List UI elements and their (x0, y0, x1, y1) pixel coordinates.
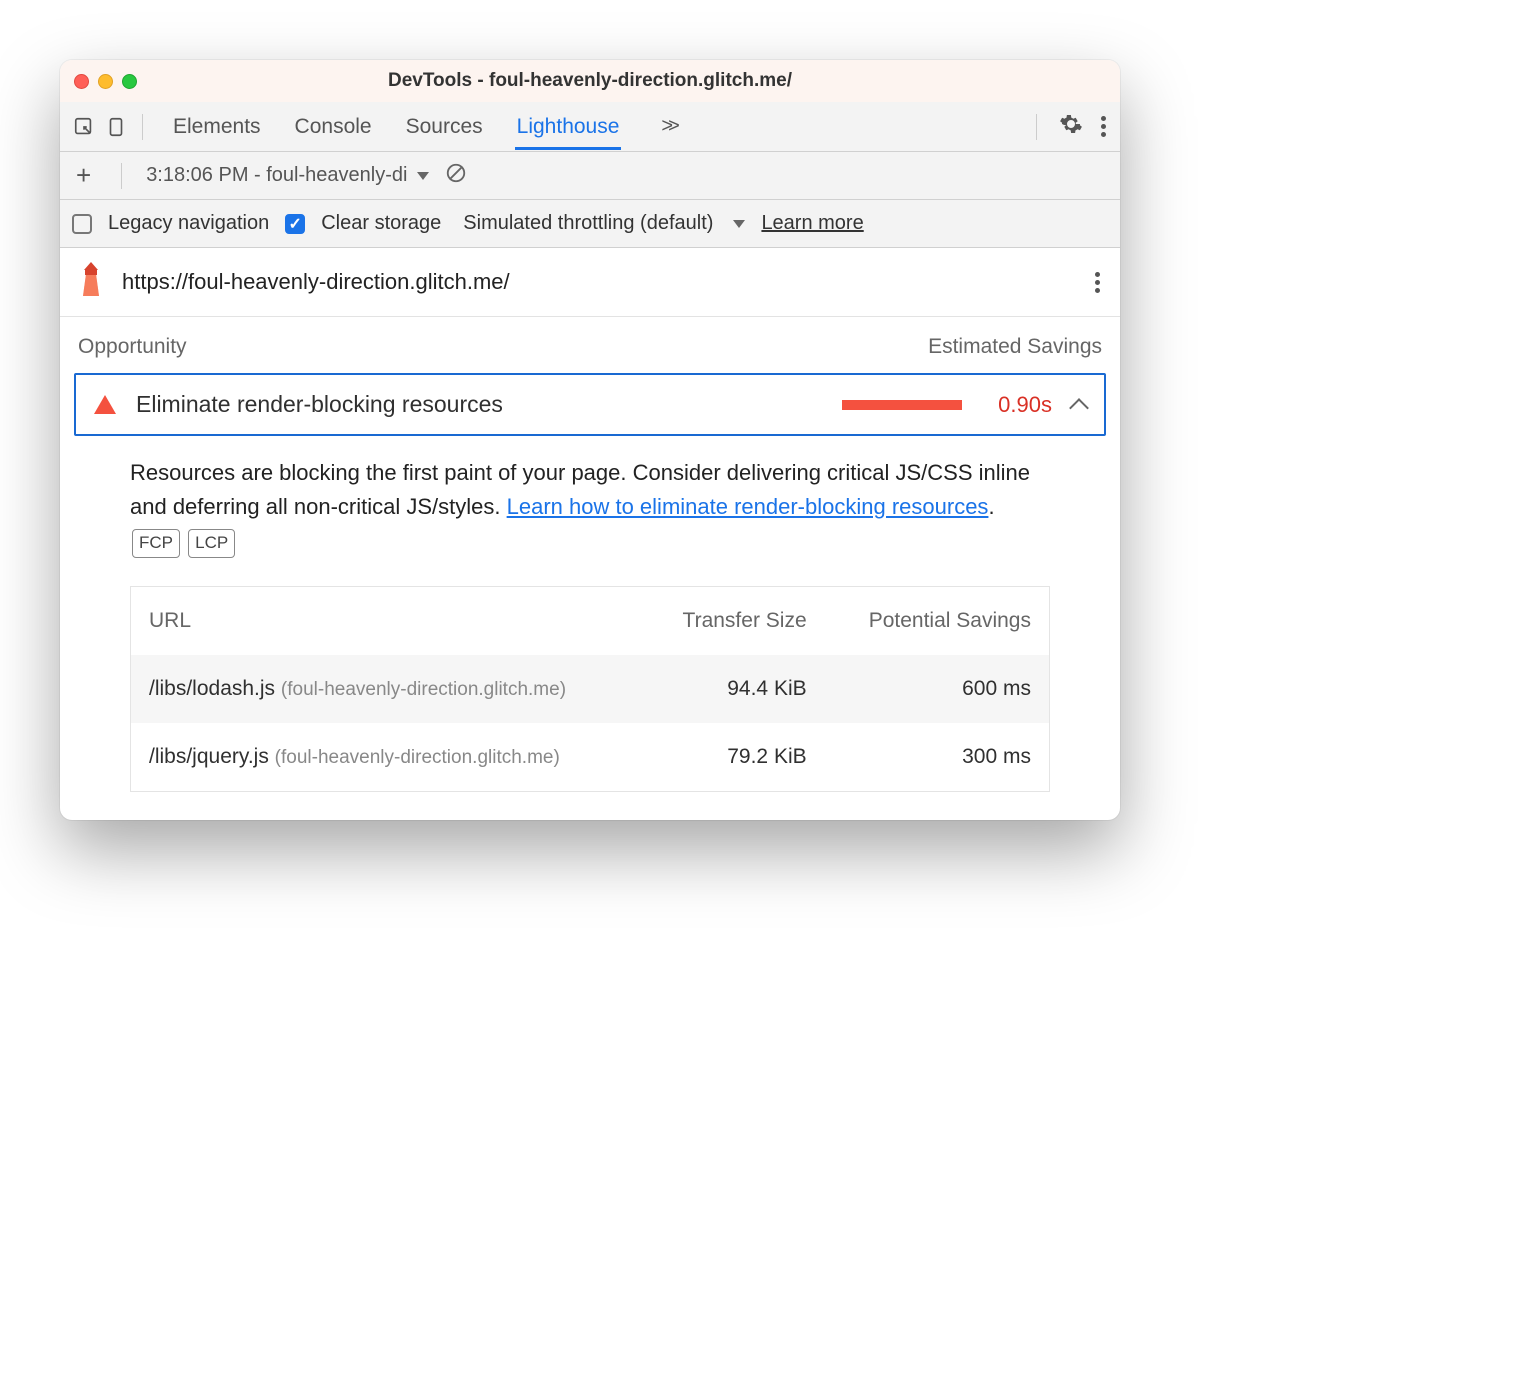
estimated-savings-label: Estimated Savings (928, 335, 1102, 359)
tab-console[interactable]: Console (293, 104, 374, 150)
divider (121, 163, 122, 189)
device-icon[interactable] (102, 113, 130, 141)
legacy-nav-label: Legacy navigation (108, 212, 269, 235)
resource-size: 94.4 KiB (644, 655, 825, 723)
savings-value: 0.90s (982, 392, 1052, 418)
report-selector-label: 3:18:06 PM - foul-heavenly-di (146, 164, 407, 187)
resource-savings: 300 ms (825, 723, 1050, 792)
report-menu-icon[interactable] (1091, 268, 1104, 297)
devtools-window: DevTools - foul-heavenly-direction.glitc… (60, 60, 1120, 820)
caret-down-icon (417, 172, 429, 180)
inspect-icon[interactable] (70, 113, 98, 141)
lighthouse-icon (76, 262, 106, 302)
table-row: /libs/lodash.js (foul-heavenly-direction… (131, 655, 1050, 723)
settings-icon[interactable] (1059, 112, 1083, 142)
col-potential-savings: Potential Savings (825, 587, 1050, 656)
lighthouse-subbar: + 3:18:06 PM - foul-heavenly-di (60, 152, 1120, 200)
description-post: . (988, 494, 994, 519)
audit-title: Eliminate render-blocking resources (136, 391, 822, 418)
resources-table: URL Transfer Size Potential Savings /lib… (130, 586, 1050, 792)
opportunity-label: Opportunity (78, 335, 187, 359)
table-header-row: URL Transfer Size Potential Savings (131, 587, 1050, 656)
learn-more-link[interactable]: Learn more (761, 212, 863, 235)
report-header: https://foul-heavenly-direction.glitch.m… (60, 248, 1120, 317)
window-title: DevTools - foul-heavenly-direction.glitc… (60, 70, 1120, 92)
fail-triangle-icon (94, 395, 116, 414)
col-transfer-size: Transfer Size (644, 587, 825, 656)
more-menu-icon[interactable] (1097, 112, 1110, 141)
tab-elements[interactable]: Elements (171, 104, 263, 150)
clear-storage-checkbox[interactable] (285, 214, 305, 234)
audit-description: Resources are blocking the first paint o… (60, 436, 1120, 578)
savings-bar (842, 400, 962, 410)
legacy-nav-checkbox[interactable] (72, 214, 92, 234)
badge-fcp: FCP (132, 529, 180, 557)
options-bar: Legacy navigation Clear storage Simulate… (60, 200, 1120, 248)
resource-savings: 600 ms (825, 655, 1050, 723)
divider (1036, 114, 1037, 140)
divider (142, 114, 143, 140)
new-report-button[interactable]: + (70, 160, 97, 191)
report-url: https://foul-heavenly-direction.glitch.m… (122, 269, 1075, 295)
tab-strip: Elements Console Sources Lighthouse >> (60, 102, 1120, 152)
resource-size: 79.2 KiB (644, 723, 825, 792)
audit-row[interactable]: Eliminate render-blocking resources 0.90… (74, 373, 1106, 436)
col-url: URL (131, 587, 644, 656)
tab-lighthouse[interactable]: Lighthouse (515, 104, 622, 150)
tab-sources[interactable]: Sources (404, 104, 485, 150)
resource-host: (foul-heavenly-direction.glitch.me) (281, 679, 566, 700)
clear-storage-label: Clear storage (321, 212, 441, 235)
badge-lcp: LCP (188, 529, 235, 557)
collapse-icon[interactable] (1069, 398, 1089, 418)
titlebar: DevTools - foul-heavenly-direction.glitc… (60, 60, 1120, 102)
description-link[interactable]: Learn how to eliminate render-blocking r… (507, 494, 989, 519)
clear-icon[interactable] (445, 162, 467, 190)
resource-path: /libs/lodash.js (149, 677, 275, 700)
report-selector[interactable]: 3:18:06 PM - foul-heavenly-di (146, 164, 429, 187)
resource-host: (foul-heavenly-direction.glitch.me) (275, 747, 560, 768)
opportunity-section-header: Opportunity Estimated Savings (60, 317, 1120, 369)
resource-path: /libs/jquery.js (149, 745, 269, 768)
more-tabs-icon[interactable]: >> (661, 115, 674, 138)
table-row: /libs/jquery.js (foul-heavenly-direction… (131, 723, 1050, 792)
throttling-caret-icon[interactable] (733, 220, 745, 228)
throttling-label: Simulated throttling (default) (463, 212, 713, 235)
